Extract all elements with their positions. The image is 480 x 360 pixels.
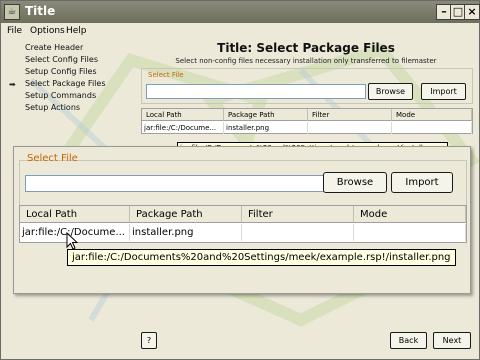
step-setup-commands[interactable]: Setup Commands <box>25 91 96 100</box>
page-subtitle: Select non-config files necessary instal… <box>175 57 437 65</box>
menu-help[interactable]: Help <box>66 26 87 36</box>
path-tooltip: jar:file:/C:/Documents%20and%20Settings/… <box>67 249 456 266</box>
app-icon: ☕ <box>4 4 20 20</box>
column-header-package-path-magnified[interactable]: Package Path <box>130 206 242 223</box>
mouse-pointer-icon <box>66 232 78 250</box>
package-files-table: Local Path Package Path Filter Mode jar:… <box>141 108 473 134</box>
select-file-panel: Select File Browse Import <box>141 68 473 104</box>
cell-mode-magnified[interactable] <box>354 224 466 241</box>
cell-filter-magnified[interactable] <box>242 224 354 241</box>
cell-mode[interactable] <box>392 122 472 134</box>
column-header-mode-magnified[interactable]: Mode <box>354 206 466 223</box>
menu-file[interactable]: File <box>7 26 22 36</box>
step-setup-config-files[interactable]: Setup Config Files <box>25 67 97 76</box>
close-button[interactable]: × <box>464 4 480 20</box>
column-header-filter-magnified[interactable]: Filter <box>242 206 354 223</box>
browse-button[interactable]: Browse <box>368 83 413 100</box>
browse-button-magnified[interactable]: Browse <box>323 172 387 193</box>
current-step-arrow-icon: ➡ <box>9 80 16 89</box>
column-header-local-path-magnified[interactable]: Local Path <box>20 206 130 223</box>
next-button[interactable]: Next <box>433 332 471 349</box>
import-button-magnified[interactable]: Import <box>391 172 453 193</box>
import-button[interactable]: Import <box>421 83 466 100</box>
column-header-package-path[interactable]: Package Path <box>224 109 308 121</box>
package-files-table-magnified: Local Path Package Path Filter Mode jar:… <box>19 205 467 243</box>
cell-package-path[interactable]: installer.png <box>224 122 308 134</box>
menu-options[interactable]: Options <box>30 26 65 36</box>
page-title: Title: Select Package Files <box>217 41 395 55</box>
menu-bar: File Options Help <box>1 23 479 40</box>
column-header-mode[interactable]: Mode <box>392 109 472 121</box>
cell-local-path[interactable]: jar:file:/C:/Docume... <box>142 122 224 134</box>
window-title: Title <box>25 4 56 18</box>
column-header-filter[interactable]: Filter <box>308 109 392 121</box>
cell-package-path-magnified[interactable]: installer.png <box>130 224 242 241</box>
cell-filter[interactable] <box>308 122 392 134</box>
step-select-config-files[interactable]: Select Config Files <box>25 55 98 64</box>
help-button[interactable]: ? <box>141 332 157 349</box>
step-create-header[interactable]: Create Header <box>25 43 83 52</box>
select-file-input-magnified[interactable] <box>25 175 332 192</box>
select-file-legend: Select File <box>148 71 184 79</box>
main-window: ☕ Title – □ × File Options Help ➡ Create… <box>0 0 480 360</box>
magnified-view: Select File Browse Import Local Path Pac… <box>13 146 471 294</box>
back-button[interactable]: Back <box>390 332 427 349</box>
select-file-legend-magnified: Select File <box>27 153 78 164</box>
column-header-local-path[interactable]: Local Path <box>142 109 224 121</box>
select-file-input[interactable] <box>146 84 366 99</box>
step-select-package-files[interactable]: Select Package Files <box>25 79 105 88</box>
title-bar[interactable]: ☕ Title – □ × <box>1 1 480 23</box>
step-setup-actions[interactable]: Setup Actions <box>25 103 80 112</box>
